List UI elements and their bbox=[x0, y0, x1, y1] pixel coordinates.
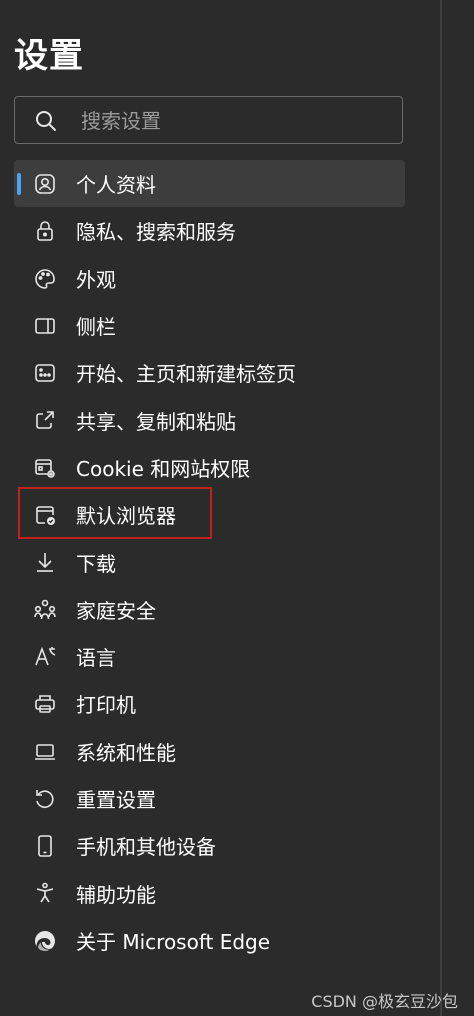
nav-item-start-home[interactable]: 开始、主页和新建标签页 bbox=[14, 349, 405, 396]
nav-item-label: 重置设置 bbox=[76, 788, 156, 812]
nav-item-label: 共享、复制和粘贴 bbox=[76, 409, 236, 434]
laptop-icon bbox=[33, 740, 57, 764]
nav-item-sidebar[interactable]: 侧栏 bbox=[14, 302, 405, 349]
nav-item-label: 隐私、搜索和服务 bbox=[76, 220, 236, 245]
family-icon bbox=[33, 598, 57, 622]
edge-logo-icon bbox=[33, 929, 57, 953]
nav-item-label: 辅助功能 bbox=[76, 882, 156, 907]
nav-item-printers[interactable]: 打印机 bbox=[14, 680, 405, 727]
palette-icon bbox=[33, 267, 57, 291]
watermark: CSDN @极玄豆沙包 bbox=[311, 992, 458, 1011]
nav-item-downloads[interactable]: 下载 bbox=[14, 538, 405, 585]
nav-item-reset-settings[interactable]: 重置设置 bbox=[14, 775, 405, 822]
nav-item-label: 系统和性能 bbox=[76, 740, 176, 765]
nav-item-label: 默认浏览器 bbox=[76, 504, 176, 529]
printer-icon bbox=[33, 692, 57, 716]
nav-item-system-performance[interactable]: 系统和性能 bbox=[14, 728, 405, 775]
nav-item-label: 下载 bbox=[76, 551, 116, 576]
share-icon bbox=[33, 408, 57, 432]
language-icon bbox=[33, 645, 57, 669]
nav-item-label: 手机和其他设备 bbox=[76, 835, 216, 860]
nav-item-family-safety[interactable]: 家庭安全 bbox=[14, 586, 405, 633]
nav-item-profile[interactable]: 个人资料 bbox=[14, 160, 405, 208]
nav-item-label: Cookie 和网站权限 bbox=[76, 456, 251, 481]
nav-item-phone-devices[interactable]: 手机和其他设备 bbox=[14, 822, 405, 869]
search-box[interactable] bbox=[14, 96, 403, 144]
nav-item-accessibility[interactable]: 辅助功能 bbox=[14, 869, 405, 916]
nav-item-label: 个人资料 bbox=[76, 173, 156, 198]
reset-icon bbox=[33, 787, 57, 811]
nav-item-privacy[interactable]: 隐私、搜索和服务 bbox=[14, 207, 405, 254]
nav-item-about-edge[interactable]: 关于 Microsoft Edge bbox=[14, 917, 405, 964]
settings-nav: 个人资料 隐私、搜索和服务 外观 侧栏 开始、主页和新建标签页 共享、复制和粘贴… bbox=[14, 160, 405, 964]
nav-item-appearance[interactable]: 外观 bbox=[14, 255, 405, 302]
accessibility-icon bbox=[33, 881, 57, 905]
nav-item-label: 外观 bbox=[76, 267, 116, 292]
download-icon bbox=[33, 550, 57, 574]
page-title: 设置 bbox=[14, 36, 84, 76]
content-pane bbox=[442, 0, 474, 1016]
nav-item-cookies-permissions[interactable]: Cookie 和网站权限 bbox=[14, 444, 405, 491]
home-tab-icon bbox=[33, 361, 57, 385]
nav-item-label: 关于 Microsoft Edge bbox=[76, 929, 271, 954]
nav-item-share-copy-paste[interactable]: 共享、复制和粘贴 bbox=[14, 396, 405, 443]
nav-item-label: 打印机 bbox=[76, 693, 136, 718]
nav-item-languages[interactable]: 语言 bbox=[14, 633, 405, 680]
nav-item-label: 开始、主页和新建标签页 bbox=[76, 362, 296, 387]
phone-icon bbox=[33, 834, 57, 858]
lock-icon bbox=[33, 219, 57, 243]
nav-item-label: 语言 bbox=[76, 646, 116, 671]
sidebar-icon bbox=[33, 314, 57, 338]
nav-item-label: 侧栏 bbox=[76, 315, 116, 340]
profile-icon bbox=[33, 172, 57, 196]
nav-item-default-browser[interactable]: 默认浏览器 bbox=[14, 491, 405, 538]
site-permissions-icon bbox=[33, 456, 57, 480]
search-input[interactable] bbox=[79, 105, 393, 137]
nav-item-label: 家庭安全 bbox=[76, 598, 156, 623]
search-icon bbox=[36, 111, 56, 131]
default-browser-icon bbox=[33, 503, 57, 527]
settings-sidebar: 设置 个人资料 bbox=[0, 0, 440, 1016]
